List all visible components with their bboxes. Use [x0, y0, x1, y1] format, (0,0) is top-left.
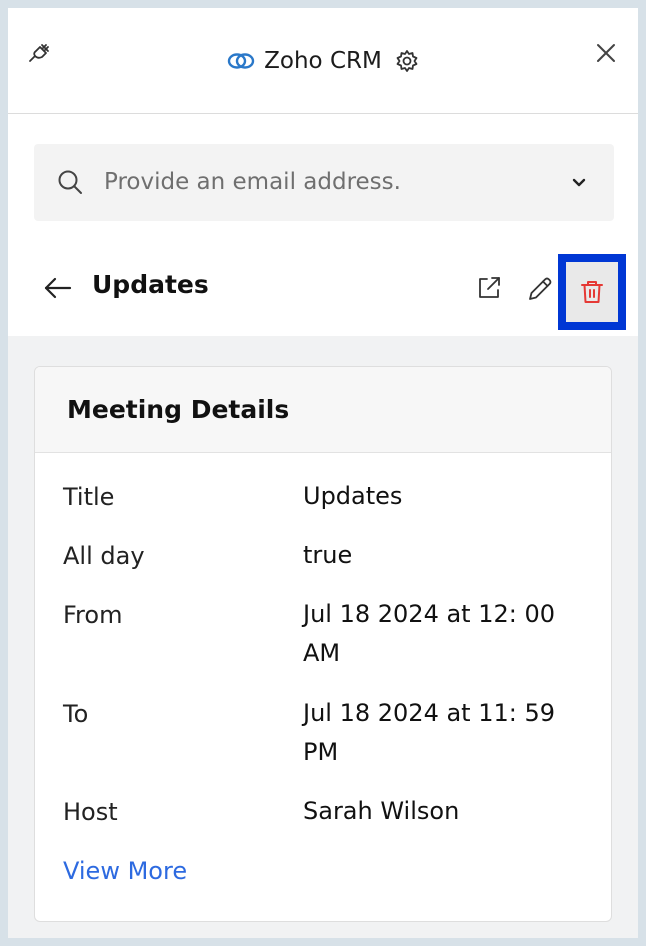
field-value: Sarah Wilson [303, 797, 460, 825]
field-label: All day [63, 542, 145, 570]
email-search-input[interactable] [104, 162, 544, 202]
field-label: From [63, 601, 123, 629]
field-value: true [303, 541, 353, 569]
card-body: Title Updates All day true From Jul 18 2… [35, 453, 611, 921]
open-external-icon[interactable] [475, 274, 503, 302]
field-label: Title [63, 483, 115, 511]
meeting-details-card: Meeting Details Title Updates All day tr… [34, 366, 612, 922]
field-label: Host [63, 798, 118, 826]
card-title: Meeting Details [67, 395, 290, 424]
field-value: Jul 18 2024 at 11: 59 PM [303, 699, 555, 766]
field-label: To [63, 700, 89, 728]
field-value: Updates [303, 482, 403, 510]
email-search-box[interactable] [34, 144, 614, 221]
back-arrow-icon[interactable] [42, 275, 74, 301]
close-icon[interactable] [594, 41, 618, 65]
delete-button[interactable] [566, 262, 618, 322]
delete-trash-icon [580, 279, 604, 305]
field-value: Jul 18 2024 at 12: 00 AM [303, 600, 555, 667]
settings-gear-icon[interactable] [394, 48, 420, 74]
zoho-crm-logo-icon [226, 50, 256, 72]
crm-side-panel: Zoho CRM Provide an email address. Updat… [8, 8, 638, 938]
panel-header: Zoho CRM [8, 8, 638, 114]
brand: Zoho CRM [8, 8, 638, 114]
delete-button-highlight[interactable] [558, 254, 626, 330]
chevron-down-icon[interactable] [570, 174, 588, 192]
content-area: Meeting Details Title Updates All day tr… [8, 336, 638, 938]
edit-pencil-icon[interactable] [525, 274, 555, 304]
record-header: Updates [8, 248, 638, 336]
app-title: Zoho CRM [264, 48, 382, 74]
view-more-link[interactable]: View More [63, 857, 187, 885]
record-title: Updates [92, 270, 209, 299]
search-icon [56, 168, 84, 196]
card-header: Meeting Details [35, 367, 611, 453]
